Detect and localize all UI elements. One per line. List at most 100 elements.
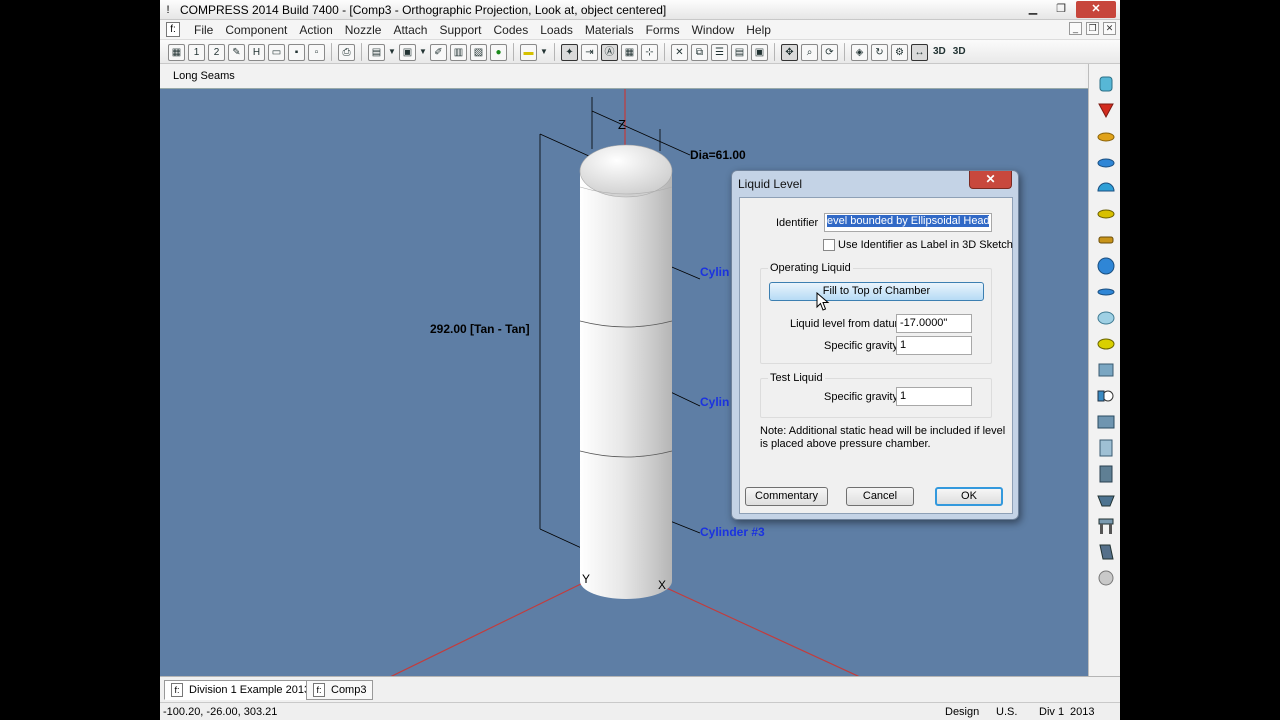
menu-forms[interactable]: Forms [640,23,686,37]
heat-exchanger-icon[interactable]: H [248,43,265,61]
copy-icon[interactable]: ⧉ [691,43,708,61]
insert-tool-icon[interactable]: ⇥ [581,43,598,61]
table-icon[interactable]: ▤ [731,43,748,61]
operating-liquid-label: Operating Liquid [768,262,853,274]
ok-button[interactable]: OK [935,487,1003,506]
close-button[interactable]: ✕ [1076,1,1116,18]
weight-icon[interactable] [1096,568,1116,588]
cancel-button[interactable]: Cancel [846,487,914,506]
menu-window[interactable]: Window [686,23,741,37]
liquid-level-input[interactable]: -17.0000" [896,314,972,333]
saddle-icon[interactable] [1096,490,1116,510]
delete-icon[interactable]: ✕ [671,43,688,61]
report-icon[interactable]: ▤ [368,43,385,61]
mdi-restore-button[interactable]: ❐ [1086,22,1099,35]
save-icon[interactable]: ▪ [288,43,305,61]
print-icon[interactable]: ⎙ [338,43,355,61]
new-vessel-icon[interactable]: ▦ [168,43,185,61]
menu-action[interactable]: Action [293,23,338,37]
minimize-button[interactable]: ▁ [1020,1,1046,18]
document-icon: f: [171,683,183,697]
menu-materials[interactable]: Materials [579,23,640,37]
commentary-button[interactable]: Commentary [745,487,828,506]
app-window: ǃ COMPRESS 2014 Build 7400 - [Comp3 - Or… [160,0,1120,720]
annotation-tool-icon[interactable]: Ⓐ [601,43,618,61]
nozzle-icon[interactable] [1096,386,1116,406]
hemispherical-head-icon[interactable] [1096,178,1116,198]
cylinder-component-icon[interactable] [1096,74,1116,94]
menu-component[interactable]: Component [219,23,293,37]
save-all-icon[interactable]: ▫ [308,43,325,61]
color-swatch-icon[interactable]: ▬ [520,43,537,61]
chevron-down-icon[interactable]: ▼ [540,44,548,61]
menu-file[interactable]: File [188,23,219,37]
edit-report-icon[interactable]: ✐ [430,43,447,61]
dimension-icon[interactable]: ↔ [911,43,928,61]
identifier-input[interactable]: evel bounded by Ellipsoidal Head #2 [824,213,992,232]
long-seams-label[interactable]: Long Seams [173,70,235,82]
wrench-icon[interactable]: ✎ [228,43,245,61]
test-gravity-label: Specific gravity [824,391,898,403]
skirt-icon[interactable] [1096,464,1116,484]
grid-tool-icon[interactable]: ▦ [621,43,638,61]
shell-icon[interactable] [1096,438,1116,458]
calculator-icon[interactable]: ▥ [450,43,467,61]
toolbar-separator [554,43,555,61]
ellipsoidal-head-icon[interactable] [1096,126,1116,146]
tubesheet-icon[interactable] [1096,334,1116,354]
menu-loads[interactable]: Loads [534,23,579,37]
mdi-close-button[interactable]: ✕ [1103,22,1116,35]
jacket-icon[interactable] [1096,360,1116,380]
use-identifier-checkbox[interactable] [823,239,835,251]
list-icon[interactable]: ☰ [711,43,728,61]
settings-icon[interactable]: ⚙ [891,43,908,61]
chevron-down-icon[interactable]: ▼ [419,44,427,61]
toolbar-separator [774,43,775,61]
menu-attach[interactable]: Attach [387,23,433,37]
paint-icon[interactable]: ◈ [851,43,868,61]
menu-codes[interactable]: Codes [488,23,535,37]
conical-head-icon[interactable] [1096,282,1116,302]
save-view-icon[interactable]: ▣ [751,43,768,61]
menu-help[interactable]: Help [740,23,777,37]
lug-icon[interactable] [1096,542,1116,562]
fill-to-top-button[interactable]: Fill to Top of Chamber [769,282,984,301]
page-one-icon[interactable]: 1 [188,43,205,61]
menu-nozzle[interactable]: Nozzle [339,23,388,37]
document-icon[interactable]: f: [166,22,180,37]
title-bar: ǃ COMPRESS 2014 Build 7400 - [Comp3 - Or… [160,0,1120,20]
mode-status: Design [945,706,980,718]
tab-division-1-example[interactable]: f: Division 1 Example 2013 [164,680,318,700]
snap-tool-icon[interactable]: ⊹ [641,43,658,61]
flange-icon[interactable] [1096,230,1116,250]
view-3d-alt-button[interactable]: 3D [951,44,968,61]
operating-gravity-input[interactable]: 1 [896,336,972,355]
chevron-down-icon[interactable]: ▼ [388,44,396,61]
view-3d-button[interactable]: 3D [931,44,948,61]
axis-y-line [390,580,588,676]
zoom-icon[interactable]: ⌕ [801,43,818,61]
dialog-close-button[interactable]: ✕ [969,171,1012,189]
test-gravity-input[interactable]: 1 [896,387,972,406]
tab-comp3[interactable]: f: Comp3 [306,680,374,700]
menu-support[interactable]: Support [433,23,487,37]
open-folder-icon[interactable]: ▭ [268,43,285,61]
flat-cover-icon[interactable] [1096,204,1116,224]
sphere-icon[interactable] [1096,256,1116,276]
pan-icon[interactable]: ✥ [781,43,798,61]
restore-button[interactable]: ❐ [1048,1,1074,18]
cone-component-icon[interactable] [1096,100,1116,120]
mdi-minimize-button[interactable]: _ [1069,22,1082,35]
pdf-icon[interactable]: ▣ [399,43,416,61]
component-palette [1088,64,1120,676]
torispherical-head-icon[interactable] [1096,152,1116,172]
heat-exchanger-icon[interactable] [1096,412,1116,432]
expansion-joint-icon[interactable] [1096,308,1116,328]
refresh-icon[interactable]: ↻ [871,43,888,61]
page-two-icon[interactable]: 2 [208,43,225,61]
rotate-icon[interactable]: ⟳ [821,43,838,61]
chart-icon[interactable]: ▧ [470,43,487,61]
select-tool-icon[interactable]: ✦ [561,43,578,61]
legs-icon[interactable] [1096,516,1116,536]
green-circle-icon[interactable]: ● [490,43,507,61]
